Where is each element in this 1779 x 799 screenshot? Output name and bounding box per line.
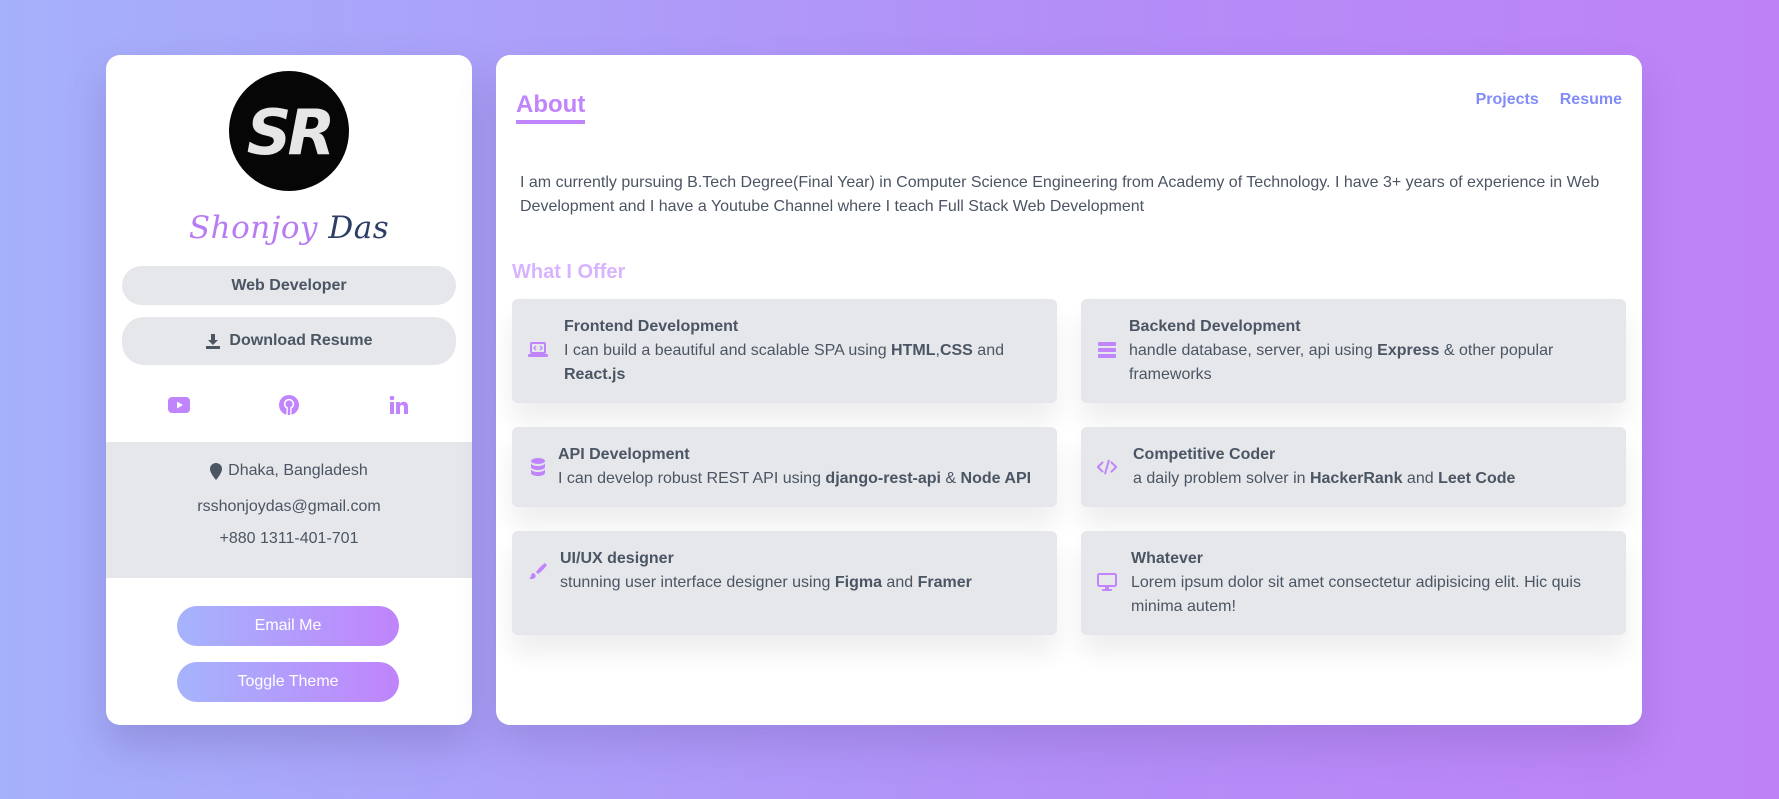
location-text: Dhaka, Bangladesh — [228, 462, 368, 479]
offer-heading: What I Offer — [512, 261, 626, 283]
main-panel: About Projects Resume I am currently pur… — [496, 55, 1642, 725]
download-label: Download Resume — [229, 332, 373, 349]
offer-title: Whatever — [1131, 550, 1204, 567]
location: Dhaka, Bangladesh — [106, 462, 472, 480]
email-text: rsshonjoydas@gmail.com — [197, 498, 381, 515]
offer-card-api: API Development I can develop robust RES… — [512, 427, 1057, 507]
github-icon[interactable] — [274, 390, 304, 420]
offer-desc: I can develop robust REST API using djan… — [558, 470, 1032, 487]
nav-projects-link[interactable]: Projects — [1476, 91, 1539, 109]
email-me-button[interactable]: Email Me — [177, 606, 399, 646]
database-icon — [528, 457, 548, 477]
offer-card-text: Competitive Coder a daily problem solver… — [1133, 443, 1614, 491]
sr-logo: SR — [247, 96, 335, 166]
offer-desc: stunning user interface designer using F… — [560, 574, 972, 591]
linkedin-icon[interactable] — [384, 390, 414, 420]
offer-card-whatever: Whatever Lorem ipsum dolor sit amet cons… — [1081, 531, 1626, 635]
social-links — [106, 390, 472, 420]
offer-title: Backend Development — [1129, 318, 1301, 335]
download-icon — [206, 334, 221, 349]
offer-desc: I can build a beautiful and scalable SPA… — [564, 342, 1004, 383]
top-nav: Projects Resume — [1476, 91, 1622, 109]
offer-title: UI/UX designer — [560, 550, 674, 567]
offer-title: Frontend Development — [564, 318, 739, 335]
offer-title: API Development — [558, 446, 690, 463]
offer-card-text: UI/UX designer stunning user interface d… — [560, 547, 1045, 595]
profile-sidebar: SR Shonjoy Das Web Developer Download Re… — [106, 55, 472, 725]
toggle-theme-label: Toggle Theme — [237, 673, 339, 690]
profile-name: Shonjoy Das — [106, 210, 472, 246]
avatar: SR — [229, 71, 349, 191]
last-name: Das — [328, 210, 390, 246]
offer-desc: Lorem ipsum dolor sit amet consectetur a… — [1131, 574, 1581, 615]
offer-desc: a daily problem solver in HackerRank and… — [1133, 470, 1516, 487]
youtube-icon[interactable] — [164, 390, 194, 420]
email-me-label: Email Me — [254, 617, 322, 634]
offer-card-backend: Backend Development handle database, ser… — [1081, 299, 1626, 403]
offer-card-text: API Development I can develop robust RES… — [558, 443, 1045, 491]
offer-card-text: Whatever Lorem ipsum dolor sit amet cons… — [1131, 547, 1614, 619]
map-marker-icon — [210, 462, 223, 480]
server-icon — [1097, 340, 1117, 360]
offer-card-text: Frontend Development I can build a beaut… — [564, 315, 1045, 387]
laptop-code-icon — [528, 340, 548, 360]
logo-text: SR — [247, 96, 331, 166]
email: rsshonjoydas@gmail.com — [106, 498, 472, 516]
offer-title: Competitive Coder — [1133, 446, 1276, 463]
toggle-theme-button[interactable]: Toggle Theme — [177, 662, 399, 702]
offer-card-frontend: Frontend Development I can build a beaut… — [512, 299, 1057, 403]
nav-resume-link[interactable]: Resume — [1560, 91, 1622, 109]
phone-text: +880 1311-401-701 — [219, 530, 359, 547]
role-badge: Web Developer — [122, 266, 456, 305]
phone: +880 1311-401-701 — [106, 530, 472, 548]
code-icon — [1097, 457, 1117, 477]
offer-card-competitive: Competitive Coder a daily problem solver… — [1081, 427, 1626, 507]
first-name: Shonjoy — [188, 210, 318, 246]
desktop-icon — [1097, 572, 1117, 592]
about-intro: I am currently pursuing B.Tech Degree(Fi… — [520, 174, 1600, 215]
paint-brush-icon — [528, 561, 548, 581]
offer-desc: handle database, server, api using Expre… — [1129, 342, 1554, 383]
offer-card-text: Backend Development handle database, ser… — [1129, 315, 1614, 387]
role-label: Web Developer — [231, 276, 347, 294]
download-resume-button[interactable]: Download Resume — [122, 317, 456, 365]
contact-info: Dhaka, Bangladesh rsshonjoydas@gmail.com… — [106, 442, 472, 578]
offer-card-uiux: UI/UX designer stunning user interface d… — [512, 531, 1057, 635]
tab-about[interactable]: About — [516, 91, 586, 124]
